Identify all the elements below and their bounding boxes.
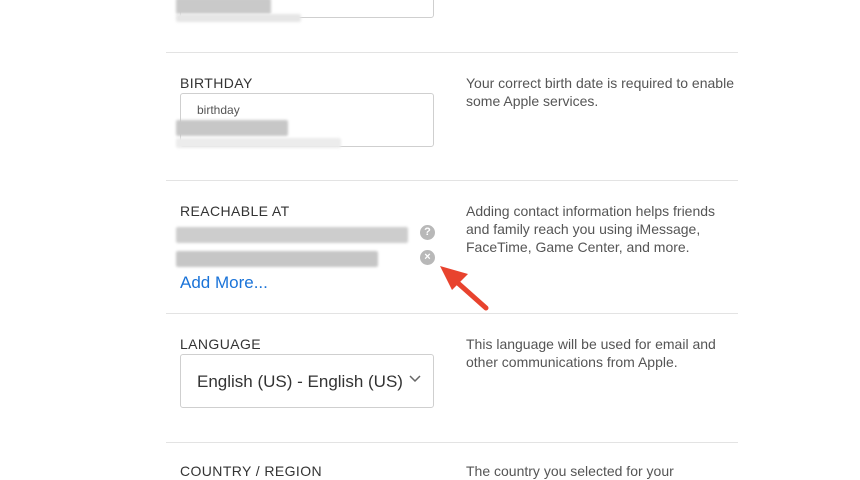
redacted-birthday-value [176, 120, 288, 136]
birthday-label: BIRTHDAY [180, 75, 253, 91]
language-label: LANGUAGE [180, 336, 261, 352]
divider-1 [166, 52, 738, 53]
language-help: This language will be used for email and… [466, 336, 716, 370]
redacted-contact-2 [176, 251, 378, 267]
redacted-previous-shadow [176, 14, 301, 22]
country-help: The country you selected for your [466, 463, 674, 479]
question-icon[interactable]: ? [420, 225, 435, 240]
birthday-help: Your correct birth date is required to e… [466, 75, 734, 109]
add-more-link[interactable]: Add More... [180, 273, 268, 293]
divider-4 [166, 442, 738, 443]
birthday-field-placeholder: birthday [197, 103, 240, 117]
annotation-arrow [440, 266, 489, 311]
divider-2 [166, 180, 738, 181]
reachable-label: REACHABLE AT [180, 203, 290, 219]
divider-3 [166, 313, 738, 314]
reachable-help: Adding contact information helps friends… [466, 203, 716, 255]
chevron-down-icon [409, 375, 421, 383]
language-select[interactable]: English (US) - English (US) [180, 354, 434, 408]
language-select-value: English (US) - English (US) [197, 372, 403, 391]
redacted-previous-value [176, 0, 271, 14]
remove-icon[interactable]: × [420, 250, 435, 265]
redacted-birthday-shadow [176, 138, 341, 148]
redacted-contact-1 [176, 227, 408, 243]
country-label: COUNTRY / REGION [180, 463, 323, 479]
